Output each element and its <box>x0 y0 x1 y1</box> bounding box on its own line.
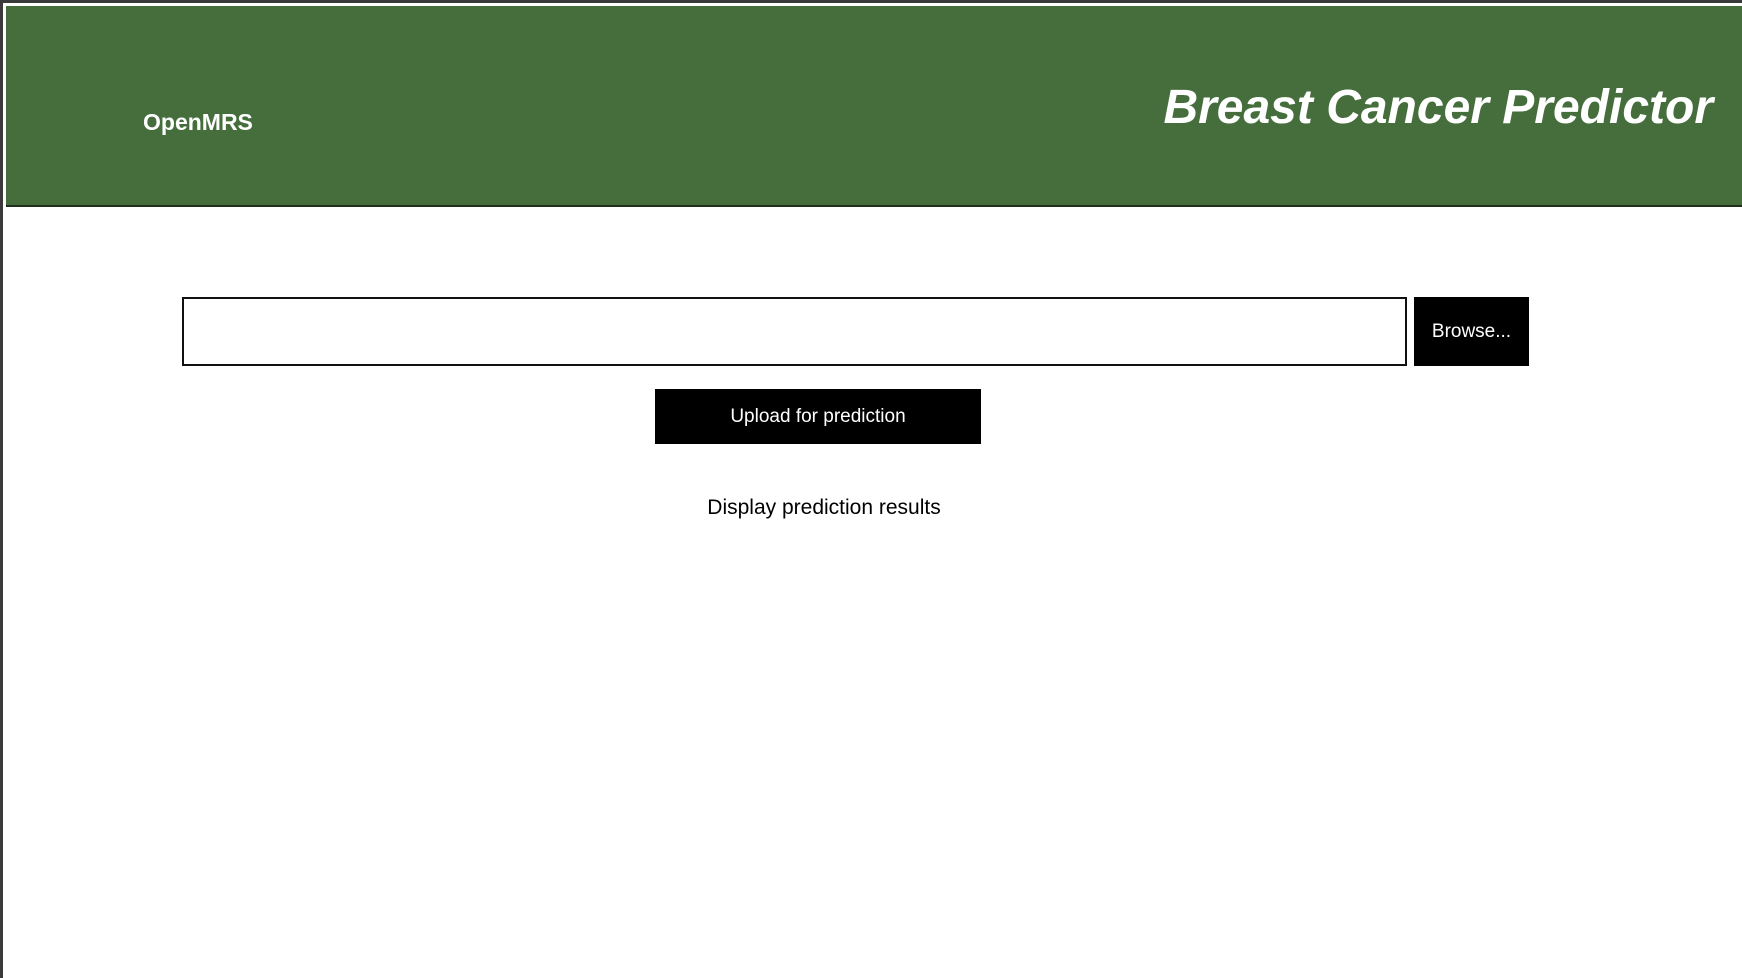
app-header: OpenMRS Breast Cancer Predictor <box>6 6 1742 207</box>
browse-button[interactable]: Browse... <box>1414 297 1529 366</box>
file-path-input[interactable] <box>182 297 1407 366</box>
page-title: Breast Cancer Predictor <box>1163 81 1713 134</box>
prediction-results-text: Display prediction results <box>707 496 941 519</box>
upload-for-prediction-button[interactable]: Upload for prediction <box>655 389 981 444</box>
app-window: OpenMRS Breast Cancer Predictor Browse..… <box>0 0 1742 978</box>
brand-logo-text[interactable]: OpenMRS <box>143 108 253 136</box>
